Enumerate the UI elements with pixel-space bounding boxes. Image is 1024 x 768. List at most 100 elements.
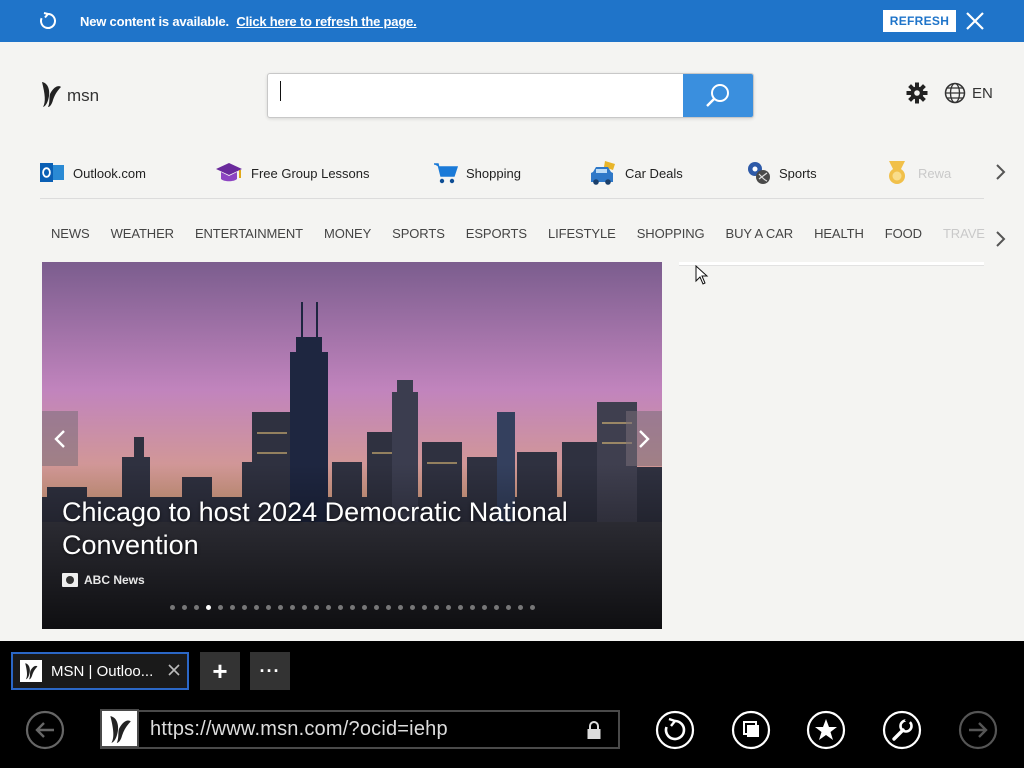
quick-link-shopping[interactable]: Shopping (433, 156, 521, 190)
browser-chrome: MSN | Outloo... + ··· https://www.msn.co… (0, 641, 1024, 768)
carousel-dot[interactable] (338, 605, 343, 610)
tab-options-button[interactable]: ··· (250, 652, 290, 690)
category-lifestyle[interactable]: LIFESTYLE (548, 226, 616, 246)
carousel-dot[interactable] (362, 605, 367, 610)
close-tab-icon[interactable] (167, 663, 181, 677)
category-health[interactable]: HEALTH (814, 226, 864, 246)
category-buy-a-car[interactable]: BUY A CAR (726, 226, 794, 246)
carousel-dot[interactable] (218, 605, 223, 610)
gear-icon[interactable] (906, 82, 928, 104)
carousel-dot[interactable] (314, 605, 319, 610)
carousel-dot[interactable] (374, 605, 379, 610)
quick-link-sports[interactable]: Sports (747, 156, 817, 190)
forward-button[interactable] (958, 710, 998, 750)
new-tab-button[interactable]: + (200, 652, 240, 690)
quick-links-bar: Outlook.com Free Group Lessons Shopping … (40, 156, 1006, 190)
msn-logo[interactable]: msn (40, 80, 99, 108)
outlook-icon (40, 163, 64, 182)
category-news[interactable]: NEWS (51, 226, 90, 246)
category-entertainment[interactable]: ENTERTAINMENT (195, 226, 303, 246)
carousel-dot[interactable] (494, 605, 499, 610)
quick-link-free-group-lessons[interactable]: Free Group Lessons (215, 156, 370, 190)
carousel-dot[interactable] (326, 605, 331, 610)
carousel-dot[interactable] (518, 605, 523, 610)
carousel-dot[interactable] (398, 605, 403, 610)
carousel-next-button[interactable] (626, 411, 662, 466)
tools-button[interactable] (882, 710, 922, 750)
msn-favicon-icon (20, 660, 42, 682)
carousel-dot[interactable] (302, 605, 307, 610)
tab-title: MSN | Outloo... (51, 662, 154, 680)
hero-source: ABC News (62, 573, 145, 587)
reload-button[interactable] (655, 710, 695, 750)
search-box[interactable] (267, 73, 754, 118)
chevron-right-icon (639, 429, 650, 448)
carousel-dot[interactable] (530, 605, 535, 610)
category-esports[interactable]: ESPORTS (466, 226, 527, 246)
carousel-dot[interactable] (446, 605, 451, 610)
category-food[interactable]: FOOD (885, 226, 922, 246)
category-weather[interactable]: WEATHER (111, 226, 174, 246)
lock-icon[interactable] (586, 720, 602, 740)
carousel-dot[interactable] (470, 605, 475, 610)
carousel-dot[interactable] (386, 605, 391, 610)
address-bar[interactable]: https://www.msn.com/?ocid=iehp (100, 709, 620, 749)
quick-link-car-deals[interactable]: Car Deals (589, 156, 683, 190)
side-panel (679, 262, 984, 266)
refresh-link[interactable]: Click here to refresh the page. (236, 14, 416, 29)
carousel-dot[interactable] (182, 605, 187, 610)
brand-name: msn (67, 86, 100, 105)
butterfly-logo-icon (42, 82, 61, 107)
category-sports[interactable]: SPORTS (392, 226, 445, 246)
carousel-dot[interactable] (266, 605, 271, 610)
tabs-button[interactable] (731, 710, 771, 750)
language-selector[interactable]: EN (944, 82, 993, 104)
quick-link-outlook[interactable]: Outlook.com (40, 156, 146, 190)
carousel-dot[interactable] (230, 605, 235, 610)
refresh-icon (40, 12, 56, 29)
search-button[interactable] (683, 74, 753, 117)
carousel-dot[interactable] (458, 605, 463, 610)
carousel-dot[interactable] (254, 605, 259, 610)
carousel-dot[interactable] (482, 605, 487, 610)
carousel-dots (170, 605, 542, 610)
carousel-dot[interactable] (206, 605, 211, 610)
shopping-cart-icon (434, 163, 458, 184)
abc-news-icon (62, 573, 78, 587)
close-icon[interactable] (964, 10, 986, 32)
carousel-dot[interactable] (278, 605, 283, 610)
carousel-dot[interactable] (170, 605, 175, 610)
hero-carousel[interactable]: Chicago to host 2024 Democratic National… (42, 262, 662, 629)
url-text[interactable]: https://www.msn.com/?ocid=iehp (150, 718, 448, 741)
carousel-dot[interactable] (506, 605, 511, 610)
source-name: ABC News (84, 573, 145, 587)
chevron-right-icon[interactable] (995, 163, 1007, 181)
carousel-dot[interactable] (410, 605, 415, 610)
favorites-button[interactable] (806, 710, 846, 750)
category-shopping[interactable]: SHOPPING (637, 226, 705, 246)
refresh-button[interactable]: REFRESH (883, 10, 956, 32)
graduation-cap-icon (216, 163, 242, 182)
carousel-prev-button[interactable] (42, 411, 78, 466)
car-icon (591, 161, 615, 185)
notification-bar: New content is available. Click here to … (0, 0, 1024, 42)
quick-link-rewards[interactable]: Rewa (884, 156, 951, 190)
carousel-dot[interactable] (350, 605, 355, 610)
browser-tab[interactable]: MSN | Outloo... (11, 652, 189, 690)
text-caret (280, 81, 281, 101)
search-icon (706, 83, 729, 107)
carousel-dot[interactable] (242, 605, 247, 610)
category-travel[interactable]: TRAVE (943, 226, 985, 246)
carousel-dot[interactable] (434, 605, 439, 610)
site-favicon-icon (100, 709, 139, 748)
back-button[interactable] (25, 710, 65, 750)
category-money[interactable]: MONEY (324, 226, 371, 246)
hero-headline[interactable]: Chicago to host 2024 Democratic National… (62, 496, 622, 562)
category-nav: NEWS WEATHER ENTERTAINMENT MONEY SPORTS … (51, 226, 1006, 246)
chevron-right-icon[interactable] (995, 230, 1007, 248)
sports-ball-icon (748, 162, 770, 184)
carousel-dot[interactable] (194, 605, 199, 610)
carousel-dot[interactable] (422, 605, 427, 610)
carousel-dot[interactable] (290, 605, 295, 610)
divider (40, 198, 984, 199)
